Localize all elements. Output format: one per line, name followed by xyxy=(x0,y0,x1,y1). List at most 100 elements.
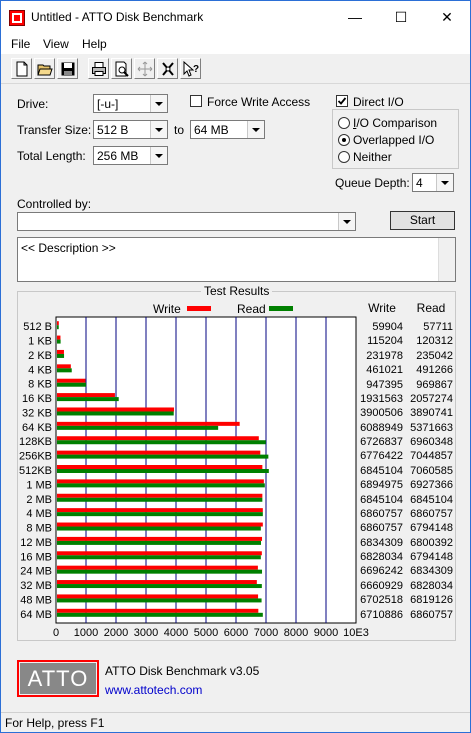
category-label: 1 KB xyxy=(28,336,52,348)
direct-io-checkbox[interactable] xyxy=(336,95,348,107)
save-button[interactable] xyxy=(57,58,78,79)
chevron-down-icon[interactable] xyxy=(150,95,167,112)
new-button[interactable] xyxy=(11,58,32,79)
read-value: 6860757 xyxy=(410,608,453,621)
chevron-down-icon[interactable] xyxy=(150,147,167,164)
start-button[interactable]: Start xyxy=(390,211,455,230)
read-value: 2057274 xyxy=(410,392,453,405)
write-value: 6828034 xyxy=(360,551,403,564)
drive-value: [-u-] xyxy=(97,97,119,111)
read-bar xyxy=(57,382,87,387)
read-value: 6834309 xyxy=(410,565,453,578)
to-label: to xyxy=(174,123,185,137)
write-bar xyxy=(57,378,86,383)
write-value: 6696242 xyxy=(360,565,403,578)
category-label: 1 MB xyxy=(26,479,52,491)
write-bar xyxy=(57,580,257,585)
read-value: 6960348 xyxy=(410,436,453,449)
total-length-select[interactable]: 256 MB xyxy=(93,146,168,165)
read-bar xyxy=(57,540,262,545)
minimize-button[interactable]: — xyxy=(332,1,378,34)
write-value: 6845104 xyxy=(360,493,403,506)
write-bar xyxy=(57,608,259,613)
direct-io-label: Direct I/O xyxy=(353,95,404,109)
open-button[interactable] xyxy=(34,58,55,79)
write-bar xyxy=(57,393,115,398)
io-comparison-radio[interactable] xyxy=(338,117,350,129)
read-value: 6800392 xyxy=(410,536,453,549)
legend-read-swatch xyxy=(269,306,293,311)
transfer-size-to-select[interactable]: 64 MB xyxy=(190,120,265,139)
x-tick-label: 2000 xyxy=(104,627,128,639)
category-label: 16 MB xyxy=(20,551,52,563)
menu-help[interactable]: Help xyxy=(82,37,107,51)
transfer-to-value: 64 MB xyxy=(194,123,229,137)
save-icon xyxy=(61,62,75,76)
new-icon xyxy=(16,61,28,77)
force-write-checkbox[interactable] xyxy=(190,95,202,107)
print-button[interactable] xyxy=(88,58,109,79)
write-value: 231978 xyxy=(366,349,403,362)
write-value: 59904 xyxy=(372,321,403,333)
read-bar xyxy=(57,497,263,502)
x-tick-label: 6000 xyxy=(224,627,248,639)
total-length-value: 256 MB xyxy=(97,149,139,163)
print-preview-icon xyxy=(115,61,129,77)
write-value: 6860757 xyxy=(360,522,403,535)
description-textarea[interactable]: << Description >> xyxy=(17,237,456,282)
read-value: 6828034 xyxy=(410,579,453,592)
drive-select[interactable]: [-u-] xyxy=(93,94,168,113)
overlapped-io-radio[interactable] xyxy=(338,134,350,146)
menu-view[interactable]: View xyxy=(43,37,69,51)
read-bar xyxy=(57,368,72,373)
close-button[interactable]: ✕ xyxy=(424,1,470,34)
move-button[interactable] xyxy=(134,58,155,79)
overlapped-io-label: Overlapped I/O xyxy=(353,133,435,147)
write-bar xyxy=(57,508,263,513)
write-value: 3900506 xyxy=(360,407,403,420)
open-icon xyxy=(37,64,53,76)
chevron-down-icon[interactable] xyxy=(338,213,355,230)
category-label: 2 KB xyxy=(28,350,52,362)
write-bar xyxy=(57,536,263,541)
print-preview-button[interactable] xyxy=(111,58,132,79)
chevron-down-icon[interactable] xyxy=(247,121,264,138)
menu-file[interactable]: File xyxy=(11,37,30,51)
category-label: 4 MB xyxy=(26,508,52,520)
settings-button[interactable] xyxy=(157,58,178,79)
legend-write-label: Write xyxy=(153,302,181,316)
read-value: 7060585 xyxy=(410,464,453,477)
read-bar xyxy=(57,411,174,416)
toolbar: ? xyxy=(1,55,470,84)
write-value: 6860757 xyxy=(360,507,403,520)
x-tick-label: 1000 xyxy=(74,627,98,639)
neither-radio[interactable] xyxy=(338,151,350,163)
read-bar xyxy=(57,353,65,358)
read-value: 3890741 xyxy=(410,407,453,420)
transfer-size-from-select[interactable]: 512 B xyxy=(93,120,168,139)
write-bar xyxy=(57,407,175,412)
product-version: ATTO Disk Benchmark v3.05 xyxy=(105,664,260,678)
controlled-by-select[interactable] xyxy=(17,212,356,231)
drive-label: Drive: xyxy=(17,97,49,111)
x-tick-label: 0 xyxy=(53,627,59,639)
read-bar xyxy=(57,512,263,517)
category-label: 512 B xyxy=(23,321,52,333)
context-help-button[interactable]: ? xyxy=(180,58,201,79)
chevron-down-icon[interactable] xyxy=(436,174,453,191)
write-value: 6894975 xyxy=(360,479,403,492)
title-bar[interactable]: Untitled - ATTO Disk Benchmark — ☐ ✕ xyxy=(1,1,470,34)
category-label: 64 KB xyxy=(22,422,52,434)
description-scrollbar[interactable] xyxy=(438,238,455,281)
write-value: 947395 xyxy=(366,378,403,391)
maximize-button[interactable]: ☐ xyxy=(378,1,424,34)
minimize-icon: — xyxy=(348,9,362,25)
category-label: 2 MB xyxy=(26,494,52,506)
website-link[interactable]: www.attotech.com xyxy=(105,683,202,697)
category-label: 128KB xyxy=(19,436,52,448)
read-bar xyxy=(57,425,219,430)
write-value: 6710886 xyxy=(360,608,403,621)
x-tick-label: 4000 xyxy=(164,627,188,639)
queue-depth-select[interactable]: 4 xyxy=(412,173,454,192)
chevron-down-icon[interactable] xyxy=(150,121,167,138)
